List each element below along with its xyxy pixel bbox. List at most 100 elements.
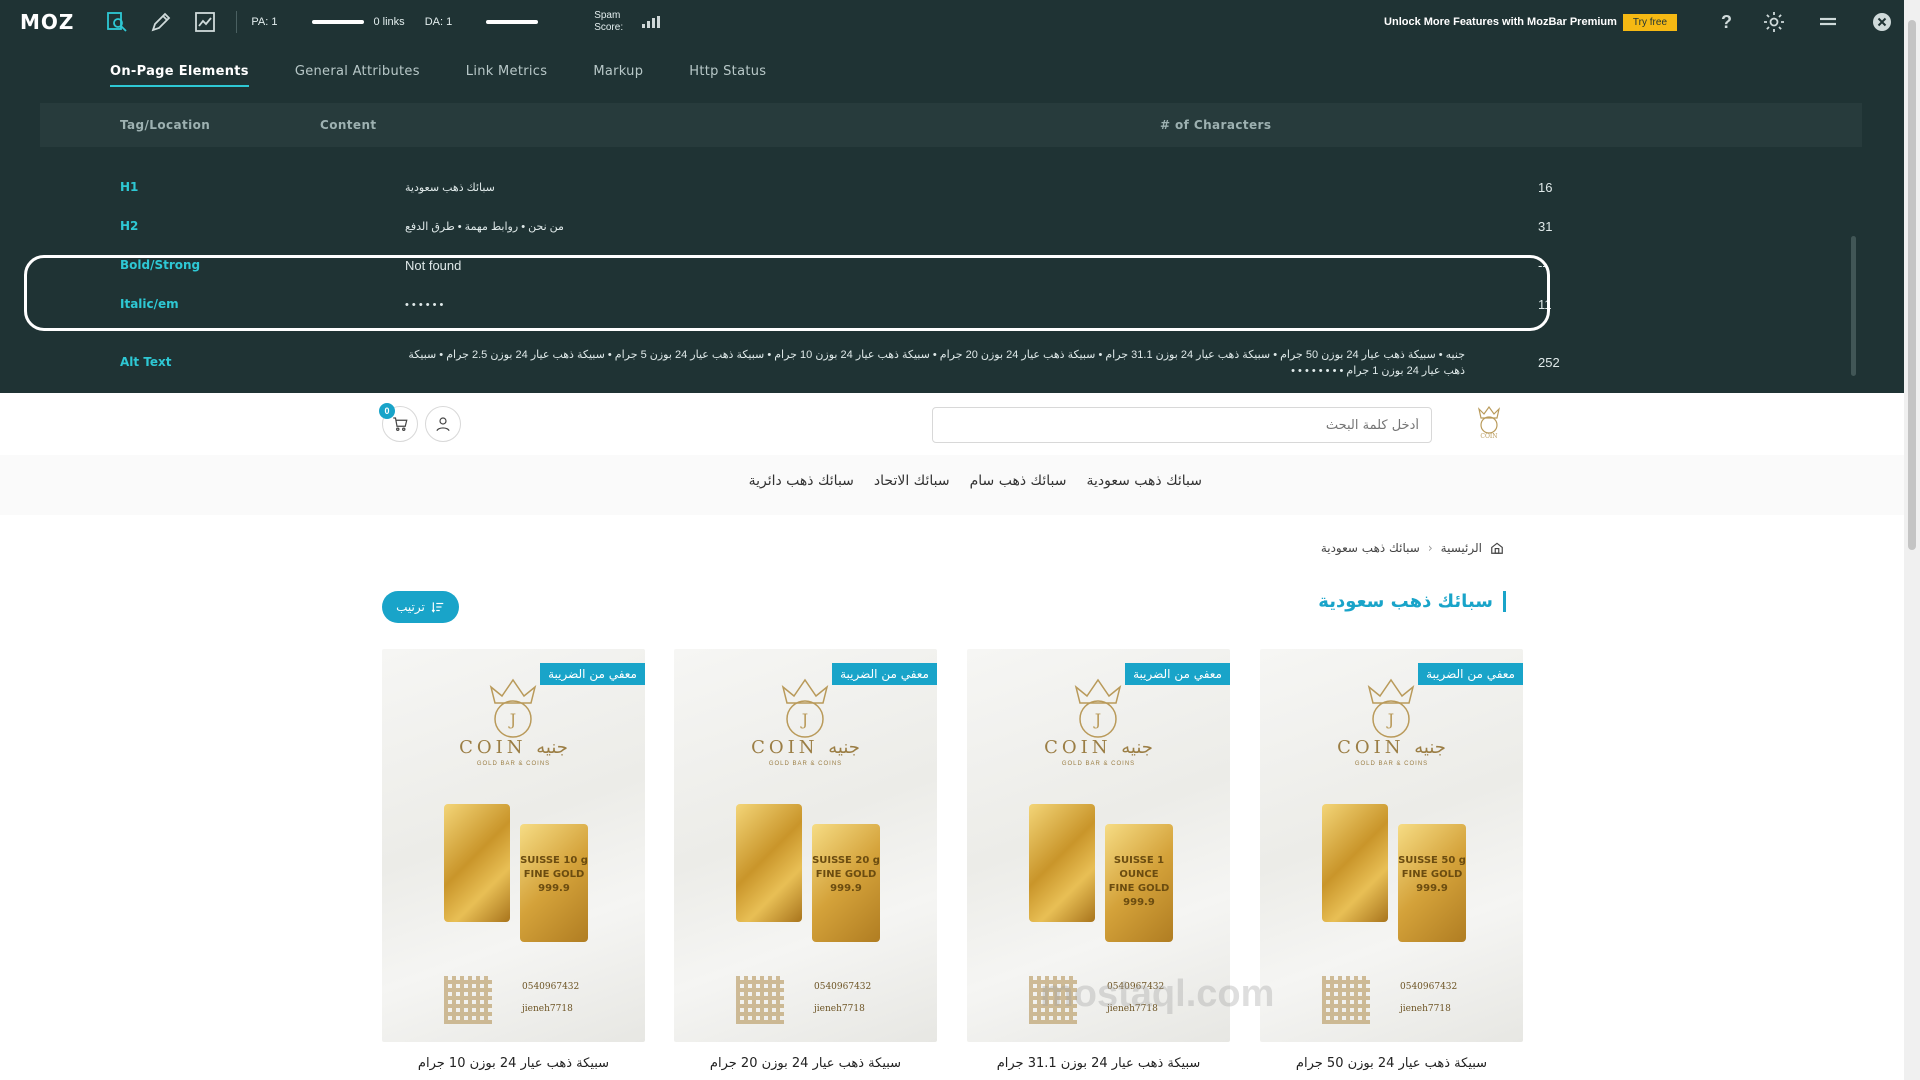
card-brand-sub: GOLD BAR & COINS bbox=[768, 761, 843, 767]
svg-text:J: J bbox=[1386, 710, 1394, 729]
row-count: 252 bbox=[1538, 355, 1560, 370]
crown-icon: J bbox=[1074, 678, 1122, 738]
card-brand-sub: GOLD BAR & COINS bbox=[1061, 761, 1136, 767]
row-count: 16 bbox=[1538, 180, 1553, 195]
crown-icon: J bbox=[781, 678, 829, 738]
breadcrumb-current: سبائك ذهب سعودية bbox=[1320, 541, 1420, 555]
serp-overlay-icon[interactable] bbox=[192, 9, 218, 35]
settings-gear-icon[interactable] bbox=[1762, 10, 1786, 34]
page-authority: PA: 1 bbox=[251, 16, 278, 28]
help-icon[interactable]: ? bbox=[1721, 12, 1732, 33]
tab-on-page-elements[interactable]: On-Page Elements bbox=[110, 64, 249, 87]
tab-http-status[interactable]: Http Status bbox=[689, 64, 766, 87]
da-meter bbox=[486, 20, 539, 24]
tab-markup[interactable]: Markup bbox=[593, 64, 643, 87]
product-card[interactable]: J COIN جنيه GOLD BAR & COINS SUISSE 10 g… bbox=[382, 649, 645, 1071]
gold-bar-back: SUISSE 20 g FINE GOLD 999.9 bbox=[812, 824, 880, 942]
page-analysis-icon[interactable] bbox=[104, 9, 130, 35]
gold-bar-front bbox=[444, 804, 510, 922]
sort-button[interactable]: ترتيب bbox=[382, 591, 459, 623]
home-icon[interactable] bbox=[1490, 541, 1504, 555]
unlock-premium-text: Unlock More Features with MozBar Premium bbox=[1384, 16, 1617, 28]
card-brand: COIN جنيه bbox=[1044, 737, 1153, 758]
contact-handle: jieneh7718 bbox=[1400, 1004, 1451, 1014]
product-image[interactable]: J COIN جنيه GOLD BAR & COINS SUISSE 10 g… bbox=[382, 649, 645, 1042]
header-characters: # of Characters bbox=[1160, 118, 1272, 132]
cart-count-badge: 0 bbox=[379, 403, 395, 419]
sort-icon bbox=[431, 602, 444, 613]
moz-logo[interactable]: MOZ bbox=[20, 10, 74, 34]
card-brand: COIN جنيه bbox=[751, 737, 860, 758]
product-card[interactable]: J COIN جنيه GOLD BAR & COINS SUISSE 50 g… bbox=[1260, 649, 1523, 1071]
product-title[interactable]: سبيكة ذهب عيار 24 بوزن 50 جرام bbox=[1260, 1056, 1523, 1071]
product-grid: J COIN جنيه GOLD BAR & COINS SUISSE 50 g… bbox=[382, 649, 1523, 1080]
try-free-button[interactable]: Try free bbox=[1622, 13, 1677, 31]
account-button[interactable] bbox=[425, 406, 461, 442]
on-page-panel: On-Page Elements General Attributes Link… bbox=[0, 44, 1904, 393]
nav-item-saudi-bars[interactable]: سبائك ذهب سعودية bbox=[1086, 473, 1202, 489]
search-input[interactable] bbox=[932, 407, 1432, 443]
minimize-icon[interactable] bbox=[1816, 10, 1840, 34]
row-count: 31 bbox=[1538, 219, 1553, 234]
category-nav: سبائك ذهب سعودية سبائك ذهب سام سبائك الا… bbox=[749, 473, 1202, 489]
breadcrumb-chevron-icon: ‹ bbox=[1427, 541, 1433, 555]
row-tag: H2 bbox=[120, 219, 139, 233]
cart-button[interactable]: 0 bbox=[379, 403, 418, 442]
product-image[interactable]: J COIN جنيه GOLD BAR & COINS SUISSE 20 g… bbox=[674, 649, 937, 1042]
row-content: من نحن • روابط مهمة • طرق الدفع bbox=[405, 221, 564, 233]
row-tag: H1 bbox=[120, 180, 139, 194]
svg-text:J: J bbox=[1093, 710, 1101, 729]
domain-authority: DA: 1 bbox=[424, 16, 453, 28]
header-tag-location: Tag/Location bbox=[120, 118, 211, 132]
table-row: H1 سبائك ذهب سعودية 16 bbox=[40, 172, 1862, 202]
row-content: سبائك ذهب سعودية bbox=[405, 182, 495, 194]
svg-text:J: J bbox=[508, 710, 516, 729]
product-title[interactable]: سبيكة ذهب عيار 24 بوزن 20 جرام bbox=[674, 1056, 937, 1071]
page-scrollbar[interactable] bbox=[1904, 0, 1920, 1080]
product-image[interactable]: J COIN جنيه GOLD BAR & COINS SUISSE 50 g… bbox=[1260, 649, 1523, 1042]
gold-bar-front bbox=[1029, 804, 1095, 922]
tab-general-attributes[interactable]: General Attributes bbox=[295, 64, 420, 87]
qr-code bbox=[1322, 976, 1370, 1024]
panel-scrollbar[interactable] bbox=[1851, 236, 1856, 376]
table-header: Tag/Location Content # of Characters bbox=[40, 103, 1862, 147]
watermark: mostaql.com bbox=[1040, 973, 1275, 1015]
contact-phone: 0540967432 bbox=[814, 982, 872, 992]
toolbar-divider bbox=[236, 11, 238, 33]
contact-handle: jieneh7718 bbox=[522, 1004, 573, 1014]
tax-exempt-badge: معفي من الضريبة bbox=[1125, 663, 1230, 685]
qr-code bbox=[444, 976, 492, 1024]
tax-exempt-badge: معفي من الضريبة bbox=[540, 663, 645, 685]
page-title: سبائك ذهب سعودية bbox=[1318, 591, 1506, 612]
gold-bar-back: SUISSE 1 OUNCE FINE GOLD 999.9 bbox=[1105, 824, 1173, 942]
nav-item-round-bars[interactable]: سبائك ذهب دائرية bbox=[749, 473, 854, 489]
table-row-alt-text: Alt Text جنيه • سبيكة ذهب عيار 24 بوزن 5… bbox=[40, 329, 1862, 393]
header-content: Content bbox=[320, 118, 377, 132]
breadcrumb: الرئيسية ‹ سبائك ذهب سعودية bbox=[1321, 541, 1504, 555]
breadcrumb-home[interactable]: الرئيسية bbox=[1441, 541, 1482, 555]
gold-bar-front bbox=[1322, 804, 1388, 922]
tax-exempt-badge: معفي من الضريبة bbox=[832, 663, 937, 685]
user-icon bbox=[436, 417, 450, 432]
row-tag: Alt Text bbox=[120, 355, 172, 369]
highlight-pencil-icon[interactable] bbox=[148, 9, 174, 35]
links-count: 0 links bbox=[373, 16, 405, 28]
nav-item-sam-bars[interactable]: سبائك ذهب سام bbox=[970, 473, 1067, 489]
page-scrollbar-thumb[interactable] bbox=[1908, 20, 1916, 550]
panel-tabs: On-Page Elements General Attributes Link… bbox=[110, 64, 766, 87]
product-card[interactable]: J COIN جنيه GOLD BAR & COINS SUISSE 20 g… bbox=[674, 649, 937, 1071]
contact-phone: 0540967432 bbox=[522, 982, 580, 992]
product-title[interactable]: سبيكة ذهب عيار 24 بوزن 10 جرام bbox=[382, 1056, 645, 1071]
mozbar-toolbar: MOZ PA: 1 0 links DA: 1 Spam Score: Unlo… bbox=[0, 0, 1904, 44]
store-logo[interactable]: COIN bbox=[1465, 403, 1513, 441]
spam-score-label: Spam Score: bbox=[594, 10, 624, 33]
close-icon[interactable] bbox=[1870, 10, 1894, 34]
table-row: H2 من نحن • روابط مهمة • طرق الدفع 31 bbox=[40, 211, 1862, 241]
nav-item-union-bars[interactable]: سبائك الاتحاد bbox=[874, 473, 950, 489]
pa-meter bbox=[311, 20, 364, 24]
gold-bar-front bbox=[736, 804, 802, 922]
card-brand: COIN جنيه bbox=[1337, 737, 1446, 758]
tab-link-metrics[interactable]: Link Metrics bbox=[466, 64, 548, 87]
product-title[interactable]: سبيكة ذهب عيار 24 بوزن 31.1 جرام bbox=[967, 1056, 1230, 1071]
card-brand-sub: GOLD BAR & COINS bbox=[476, 761, 551, 767]
